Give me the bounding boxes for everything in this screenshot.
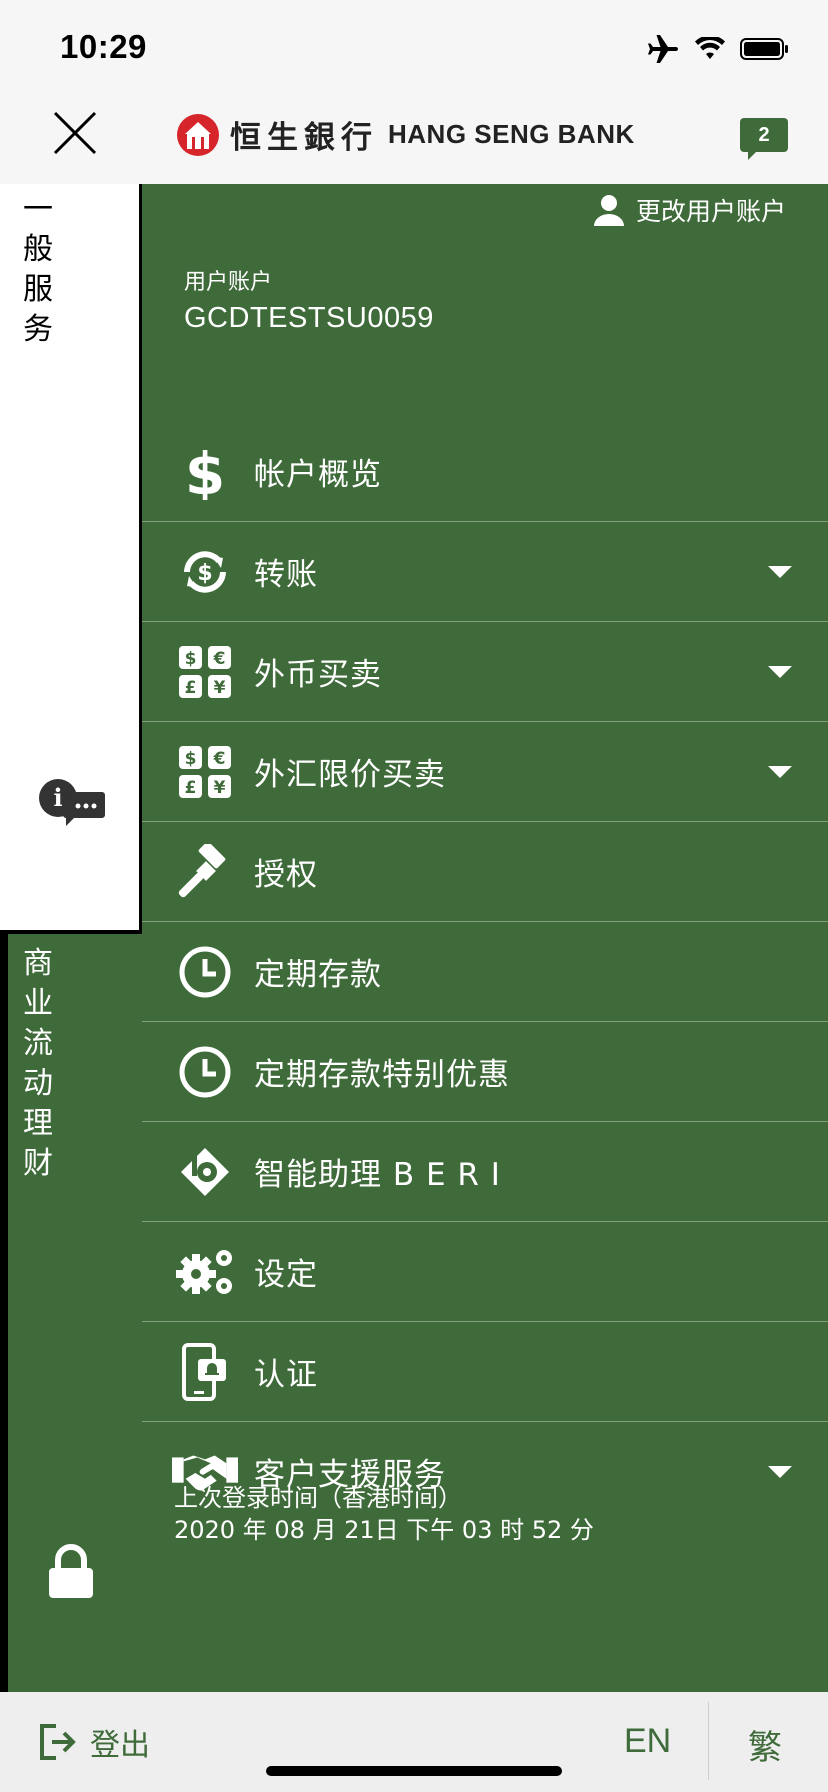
clock-icon (172, 1039, 238, 1105)
bank-logo-icon (177, 113, 219, 156)
menu-item-label: 授权 (254, 857, 318, 893)
svg-text:$: $ (185, 649, 197, 669)
switch-account-label: 更改用户账户 (635, 197, 786, 226)
svg-text:$: $ (185, 749, 197, 769)
logout-icon (40, 1724, 76, 1760)
menu-item-label: 外汇限价买卖 (254, 757, 446, 793)
chevron-down-icon[interactable] (768, 666, 792, 678)
menu-item-label: 设定 (254, 1257, 318, 1293)
status-bar: 10:29 (0, 0, 828, 96)
gears-icon (172, 1239, 238, 1305)
app-header: 恒生銀行 HANG SENG BANK 2 (0, 96, 828, 184)
user-icon (593, 195, 624, 226)
menu-item-authentication[interactable]: 认证 (142, 1322, 828, 1422)
menu-item-authorisation[interactable]: 授权 (142, 822, 828, 922)
svg-text:€: € (213, 649, 226, 669)
footer-divider (708, 1702, 709, 1780)
logo-chinese-name: 恒生銀行 (230, 120, 378, 156)
hang-seng-logo: 恒生銀行 HANG SENG BANK (176, 112, 635, 157)
clock-icon (172, 939, 238, 1005)
clock: 10:29 (60, 28, 147, 65)
close-icon[interactable] (52, 110, 98, 156)
menu-item-label: 外币买卖 (254, 657, 382, 693)
logout-button[interactable]: 登出 (38, 1720, 150, 1764)
main-menu: $ 帐户概览 $ 转账 $ € £ ¥ 外币买卖 $ € £ ¥ 外汇限价买卖 … (142, 422, 828, 1521)
menu-item-label: 认证 (254, 1357, 318, 1393)
last-login-info: 上次登录时间（香港时间） 2020 年 08 月 21日 下午 03 时 52 … (174, 1482, 594, 1546)
menu-item-fx-limit-order[interactable]: $ € £ ¥ 外汇限价买卖 (142, 722, 828, 822)
svg-text:$: $ (197, 561, 212, 586)
switch-account-button[interactable]: 更改用户账户 (592, 192, 786, 228)
last-login-value: 2020 年 08 月 21日 下午 03 时 52 分 (174, 1516, 594, 1544)
svg-text:€: € (213, 749, 226, 769)
menu-panel: 更改用户账户 用户账户 GCDTESTSU0059 $ 帐户概览 $ 转账 $ … (142, 184, 828, 1692)
menu-item-beri[interactable]: 智能助理 B E R I (142, 1122, 828, 1222)
chevron-down-icon[interactable] (768, 1466, 792, 1478)
svg-text:¥: ¥ (214, 778, 226, 798)
airplane-icon (648, 35, 678, 63)
logo-english-name: HANG SENG BANK (388, 119, 635, 149)
logout-label: 登出 (90, 1728, 150, 1763)
menu-item-transfer[interactable]: $ 转账 (142, 522, 828, 622)
dollar-icon: $ (172, 439, 238, 505)
account-id: GCDTESTSU0059 (184, 302, 434, 334)
notification-badge[interactable]: 2 (740, 118, 788, 160)
language-tc-button[interactable]: 繁 (748, 1720, 782, 1769)
menu-item-time-deposit[interactable]: 定期存款 (142, 922, 828, 1022)
chevron-down-icon[interactable] (768, 566, 792, 578)
account-label: 用户账户 (184, 270, 273, 295)
wifi-icon (695, 37, 725, 59)
info-chat-icon[interactable]: i (38, 778, 106, 830)
chevron-down-icon[interactable] (768, 766, 792, 778)
svg-text:£: £ (185, 678, 197, 698)
status-icons (648, 34, 790, 64)
svg-text:$: $ (185, 444, 225, 500)
menu-item-fx-trading[interactable]: $ € £ ¥ 外币买卖 (142, 622, 828, 722)
home-indicator (266, 1766, 562, 1776)
menu-item-label: 转账 (254, 557, 318, 593)
menu-item-time-deposit-offer[interactable]: 定期存款特别优惠 (142, 1022, 828, 1122)
tab-general-services-label: 一 般 服 务 (23, 192, 53, 347)
menu-item-label: 帐户概览 (254, 457, 382, 493)
lock-icon[interactable] (46, 1544, 96, 1600)
tab-business-wealth-label: 商 业 流 动 理 财 (23, 946, 53, 1181)
footer-bar: 登出 EN 繁 (0, 1692, 828, 1792)
gavel-icon (172, 839, 238, 905)
svg-text:i: i (53, 783, 62, 812)
currency-limit-icon: $ € £ ¥ (172, 739, 238, 805)
currency-exchange-icon: $ € £ ¥ (172, 639, 238, 705)
mobile-auth-icon (172, 1339, 238, 1405)
svg-text:¥: ¥ (214, 678, 226, 698)
menu-item-account-overview[interactable]: $ 帐户概览 (142, 422, 828, 522)
battery-icon (740, 38, 788, 60)
menu-item-label: 定期存款特别优惠 (254, 1057, 510, 1093)
last-login-label: 上次登录时间（香港时间） (174, 1484, 462, 1512)
menu-item-settings[interactable]: 设定 (142, 1222, 828, 1322)
svg-text:£: £ (185, 778, 197, 798)
language-en-button[interactable]: EN (624, 1722, 671, 1761)
beri-icon (172, 1139, 238, 1205)
menu-item-label: 智能助理 B E R I (254, 1157, 501, 1193)
menu-item-label: 定期存款 (254, 957, 382, 993)
transfer-icon: $ (172, 539, 238, 605)
